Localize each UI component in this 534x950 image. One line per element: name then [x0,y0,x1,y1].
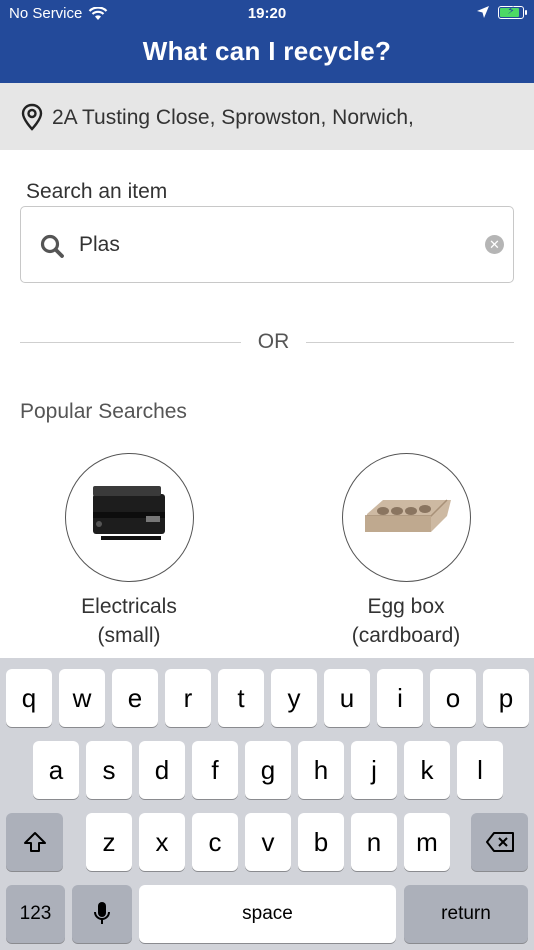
backspace-icon [485,832,514,852]
address-bar[interactable]: 2A Tusting Close, Sprowston, Norwich, [0,83,534,150]
key-y[interactable]: y [271,669,317,727]
key-b[interactable]: b [298,813,344,871]
app-header: No Service 19:20 ⚡ What can I recycle? [0,0,534,83]
key-p[interactable]: p [483,669,529,727]
key-z[interactable]: z [86,813,132,871]
microphone-icon [94,902,110,924]
status-bar: No Service 19:20 ⚡ [0,0,534,28]
address-text: 2A Tusting Close, Sprowston, Norwich, [52,106,414,129]
shift-key[interactable] [6,813,63,871]
key-h[interactable]: h [298,741,344,799]
key-s[interactable]: s [86,741,132,799]
egg-box-image [341,453,471,582]
search-input[interactable] [79,227,459,263]
popular-searches-heading: Popular Searches [20,400,187,423]
key-o[interactable]: o [430,669,476,727]
key-l[interactable]: l [457,741,503,799]
battery-icon: ⚡ [498,5,527,19]
key-x[interactable]: x [139,813,185,871]
backspace-key[interactable] [471,813,528,871]
numbers-key[interactable]: 123 [6,885,65,943]
space-key[interactable]: space [139,885,396,943]
map-pin-icon [21,103,43,131]
search-icon [40,234,64,258]
key-k[interactable]: k [404,741,450,799]
or-separator: OR [257,330,290,353]
popular-item-sublabel: (small) [97,624,161,647]
divider-right [306,342,514,343]
key-n[interactable]: n [351,813,397,871]
key-q[interactable]: q [6,669,52,727]
popular-item-label: Egg box [367,595,445,618]
return-key[interactable]: return [404,885,528,943]
key-r[interactable]: r [165,669,211,727]
page-title: What can I recycle? [142,36,392,66]
dictation-key[interactable] [72,885,132,943]
popular-item-egg-box[interactable]: Egg box (cardboard) [341,453,471,650]
key-w[interactable]: w [59,669,105,727]
shift-icon [23,832,46,852]
key-u[interactable]: u [324,669,370,727]
key-v[interactable]: v [245,813,291,871]
search-label: Search an item [26,180,168,203]
electricals-image [64,453,194,582]
popular-item-sublabel: (cardboard) [351,624,461,647]
location-arrow-icon [477,6,489,18]
popular-item-label: Electricals [81,595,177,618]
key-m[interactable]: m [404,813,450,871]
key-e[interactable]: e [112,669,158,727]
divider-left [20,342,241,343]
popular-item-electricals[interactable]: Electricals (small) [64,453,194,650]
key-i[interactable]: i [377,669,423,727]
key-f[interactable]: f [192,741,238,799]
key-j[interactable]: j [351,741,397,799]
key-d[interactable]: d [139,741,185,799]
key-c[interactable]: c [192,813,238,871]
status-time: 19:20 [247,5,287,22]
key-g[interactable]: g [245,741,291,799]
clear-icon[interactable]: ✕ [485,235,504,254]
key-a[interactable]: a [33,741,79,799]
key-t[interactable]: t [218,669,264,727]
search-field[interactable]: ✕ [20,206,514,283]
on-screen-keyboard: q w e r t y u i o p a s d f g h j k l z … [0,658,534,950]
